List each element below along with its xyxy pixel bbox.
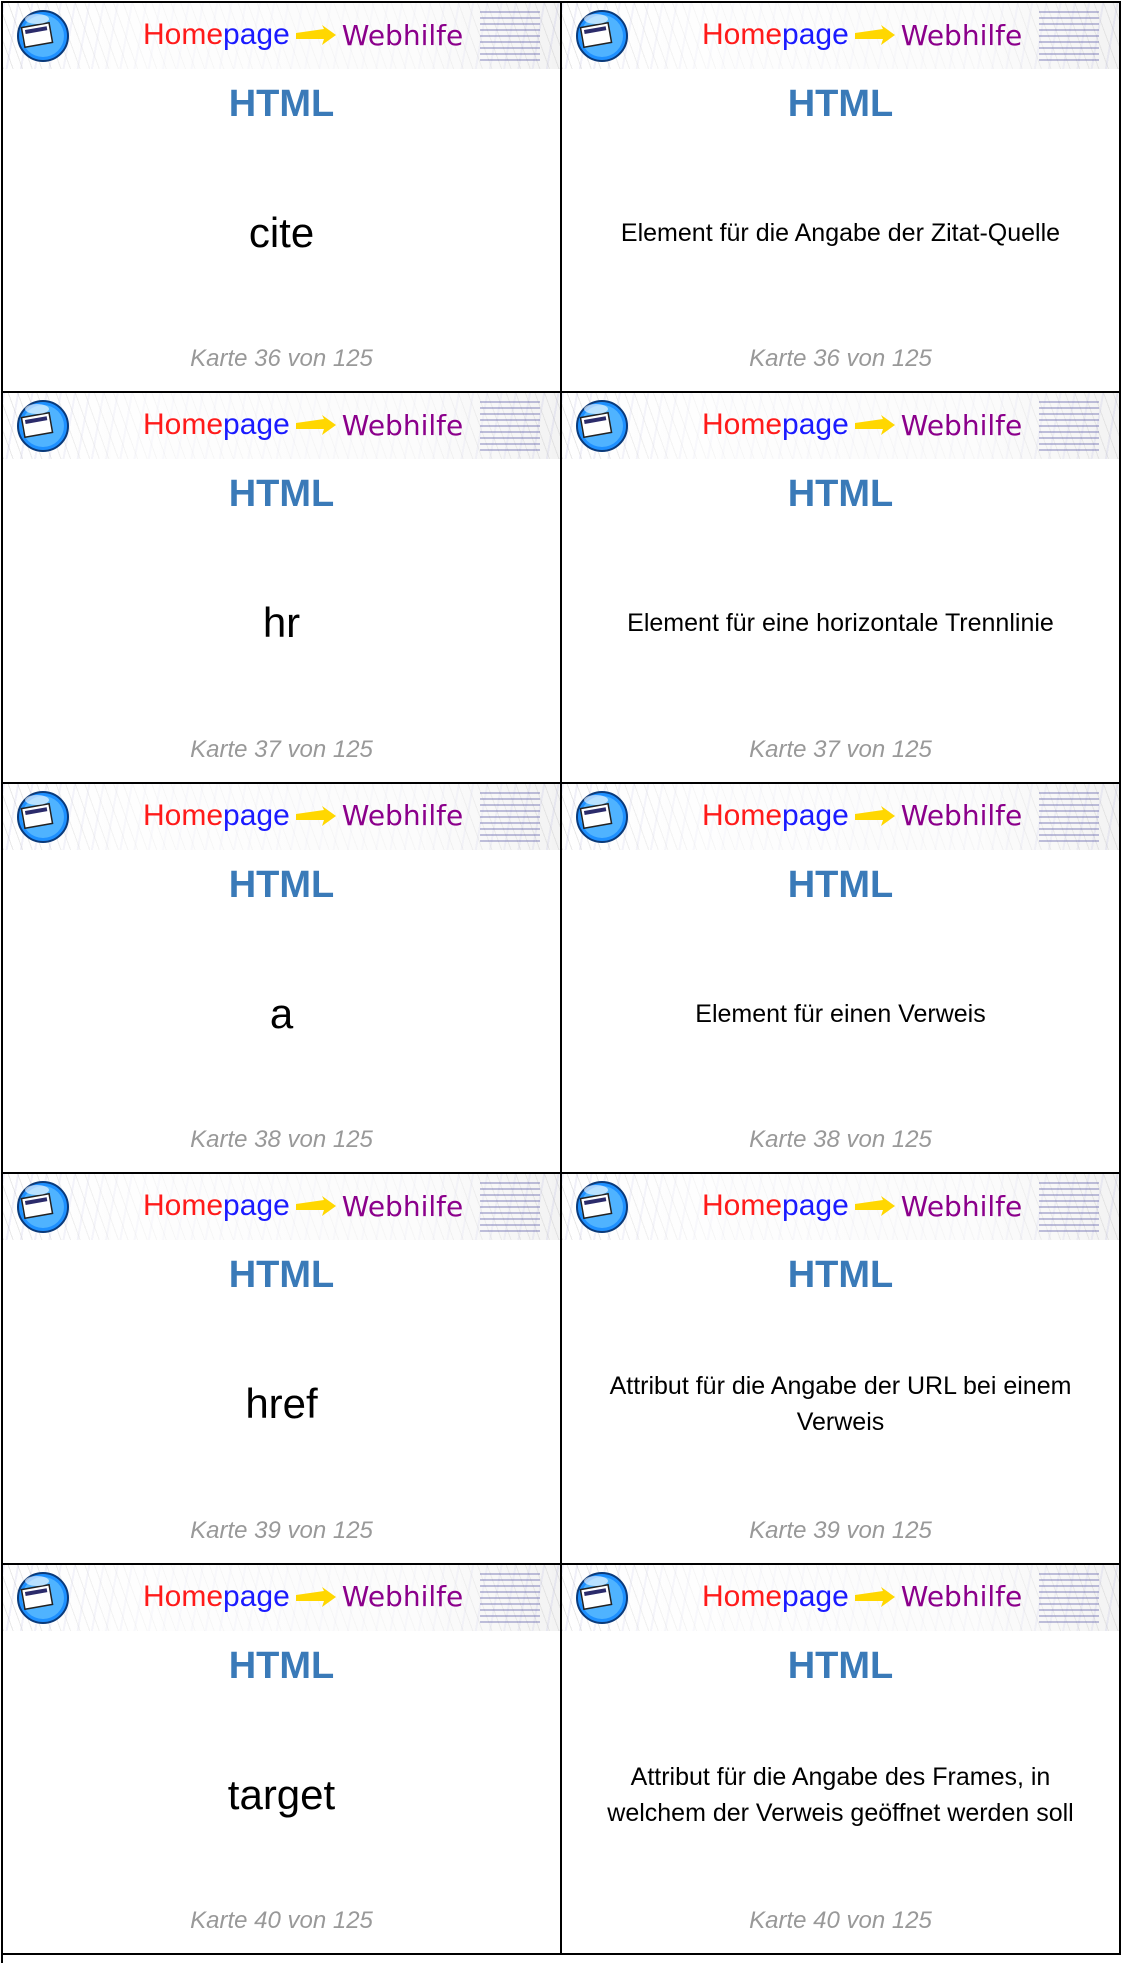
card-subject: HTML — [787, 473, 894, 516]
card-front: Homepage Webhilfe HTML a Karte 38 von 12… — [3, 783, 562, 1175]
arrow-icon — [854, 1586, 895, 1607]
flashcard-grid: Homepage Webhilfe HTML cite Karte 36 von… — [1, 1, 1121, 1963]
monitor-logo-icon — [17, 1181, 69, 1234]
card-definition: Element für die Angabe der Zitat-Quelle — [620, 219, 1061, 247]
card-subject: HTML — [787, 1644, 894, 1687]
card-counter: Karte 36 von 125 — [749, 345, 932, 373]
monitor-logo-icon — [576, 1181, 628, 1234]
arrow-icon — [295, 25, 336, 45]
banner: Homepage Webhilfe — [3, 3, 560, 69]
brand-wordmark: Homepage Webhilfe — [143, 798, 464, 833]
arrow-icon — [854, 805, 895, 826]
monitor-logo-icon — [17, 10, 69, 62]
card-definition: Element für eine horizontale Trennlinie — [627, 609, 1054, 638]
brand-wordmark: Homepage Webhilfe — [702, 798, 1023, 833]
card-counter: Karte 39 von 125 — [190, 1516, 373, 1544]
card-counter: Karte 37 von 125 — [190, 735, 373, 763]
card-subject: HTML — [787, 83, 894, 125]
card-term: target — [227, 1770, 336, 1818]
card-back: Homepage Webhilfe HTML Element für einen… — [562, 783, 1121, 1175]
banner: Homepage Webhilfe — [562, 393, 1119, 460]
card-front: Homepage Webhilfe HTML hr Karte 37 von 1… — [3, 393, 562, 784]
monitor-logo-icon — [576, 790, 628, 843]
card-counter: Karte 38 von 125 — [190, 1126, 373, 1154]
brand-wordmark: Homepage Webhilfe — [702, 18, 1023, 52]
card-counter: Karte 38 von 125 — [749, 1126, 932, 1154]
banner: Homepage Webhilfe — [3, 783, 560, 850]
card-definition: Element für einen Verweis — [695, 999, 986, 1028]
brand-wordmark: Homepage Webhilfe — [143, 18, 464, 52]
monitor-logo-icon — [576, 400, 628, 453]
card-term: href — [245, 1380, 318, 1428]
card-term: cite — [248, 209, 315, 256]
card-subject: HTML — [228, 1644, 335, 1687]
arrow-icon — [295, 805, 336, 826]
card-definition: Attribut für die Angabe der URL bei eine… — [609, 1372, 1072, 1437]
brand-wordmark: Homepage Webhilfe — [143, 408, 464, 442]
card-back: Homepage Webhilfe HTML Element für eine … — [562, 393, 1121, 784]
card-counter: Karte 40 von 125 — [190, 1906, 373, 1934]
brand-wordmark: Homepage Webhilfe — [702, 1579, 1023, 1614]
monitor-logo-icon — [576, 10, 628, 62]
card-counter: Karte 39 von 125 — [749, 1516, 932, 1544]
card-subject: HTML — [228, 863, 335, 906]
banner: Homepage Webhilfe — [562, 1174, 1119, 1241]
monitor-logo-icon — [17, 1571, 69, 1624]
arrow-icon — [295, 1196, 336, 1217]
monitor-logo-icon — [17, 400, 69, 453]
card-subject: HTML — [228, 83, 335, 125]
card-term: a — [269, 989, 294, 1037]
card-subject: HTML — [787, 1254, 894, 1297]
card-definition: Attribut für die Angabe des Frames, in w… — [607, 1762, 1074, 1827]
brand-wordmark: Homepage Webhilfe — [702, 408, 1023, 442]
card-back: Homepage Webhilfe HTML Attribut für die … — [562, 1174, 1121, 1565]
arrow-icon — [854, 415, 895, 436]
arrow-icon — [295, 415, 336, 436]
card-back: Homepage Webhilfe HTML Attribut für die … — [562, 1564, 1121, 1955]
banner: Homepage Webhilfe — [562, 783, 1119, 850]
brand-wordmark: Homepage Webhilfe — [143, 1189, 464, 1223]
card-subject: HTML — [228, 473, 335, 516]
card-counter: Karte 36 von 125 — [190, 345, 373, 373]
banner: Homepage Webhilfe — [3, 393, 560, 460]
card-counter: Karte 37 von 125 — [749, 735, 932, 763]
arrow-icon — [295, 1586, 336, 1607]
card-term: hr — [262, 599, 301, 647]
monitor-logo-icon — [17, 790, 69, 843]
banner: Homepage Webhilfe — [562, 1564, 1119, 1631]
brand-wordmark: Homepage Webhilfe — [143, 1579, 464, 1614]
card-back: Homepage Webhilfe HTML Element für die A… — [562, 3, 1121, 394]
card-front: Homepage Webhilfe HTML cite Karte 36 von… — [3, 3, 562, 394]
card-counter: Karte 40 von 125 — [749, 1906, 932, 1934]
monitor-logo-icon — [576, 1571, 628, 1624]
banner: Homepage Webhilfe — [562, 3, 1119, 69]
banner: Homepage Webhilfe — [3, 1174, 560, 1241]
card-front: Homepage Webhilfe HTML href Karte 39 von… — [3, 1174, 562, 1565]
card-subject: HTML — [787, 863, 894, 906]
card-front: Homepage Webhilfe HTML target Karte 40 v… — [3, 1564, 562, 1955]
card-subject: HTML — [228, 1254, 335, 1297]
banner: Homepage Webhilfe — [3, 1564, 560, 1631]
brand-wordmark: Homepage Webhilfe — [702, 1189, 1023, 1223]
arrow-icon — [854, 1196, 895, 1217]
arrow-icon — [854, 25, 895, 45]
